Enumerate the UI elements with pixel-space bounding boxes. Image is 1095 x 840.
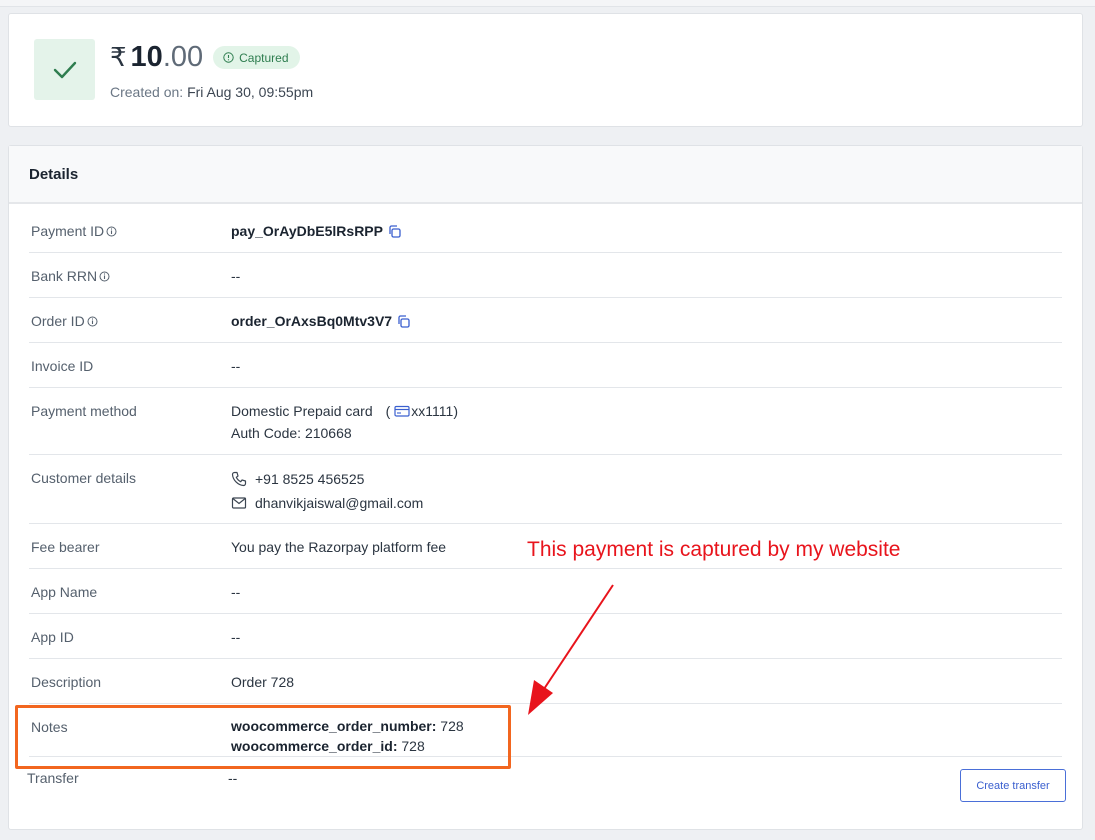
payment-id-value: pay_OrAyDbE5lRsRPP bbox=[231, 223, 383, 239]
copy-icon[interactable] bbox=[396, 314, 411, 329]
customer-details-label: Customer details bbox=[31, 470, 137, 486]
status-label: Captured bbox=[239, 50, 289, 65]
copy-icon[interactable] bbox=[387, 224, 402, 239]
success-status-tile bbox=[34, 39, 95, 100]
info-icon[interactable] bbox=[106, 226, 117, 237]
mail-icon bbox=[231, 496, 247, 510]
transfer-value: -- bbox=[228, 770, 238, 786]
annotation-text: This payment is captured by my website bbox=[527, 538, 901, 561]
info-circle-icon bbox=[223, 52, 234, 63]
payment-summary-card: ₹ 10 .00 Captured Created on: Fri Aug 30… bbox=[8, 13, 1083, 127]
customer-email: dhanvikjaiswal@gmail.com bbox=[255, 495, 424, 511]
order-id-label: Order ID bbox=[31, 313, 85, 329]
card-masked-number: xx1111) bbox=[411, 403, 458, 419]
payment-method-value: Domestic Prepaid card ( xx1111) Auth Cod… bbox=[231, 400, 458, 444]
order-id-value: order_OrAxsBq0Mtv3V7 bbox=[231, 313, 393, 329]
invoice-id-value: -- bbox=[231, 358, 241, 374]
app-id-value: -- bbox=[231, 629, 241, 645]
payment-id-value-wrap: pay_OrAyDbE5lRsRPP bbox=[231, 220, 402, 242]
transfer-label: Transfer bbox=[27, 770, 79, 786]
fee-bearer-label: Fee bearer bbox=[31, 539, 100, 555]
amount-decimal: .00 bbox=[162, 41, 204, 73]
row-bank-rrn: Bank RRN -- bbox=[29, 253, 1062, 298]
customer-email-line: dhanvikjaiswal@gmail.com bbox=[231, 491, 423, 515]
auth-code: Auth Code: 210668 bbox=[231, 425, 352, 441]
annotation-arrow-icon bbox=[528, 584, 614, 715]
info-icon[interactable] bbox=[99, 271, 110, 282]
amount-row: ₹ 10 .00 Captured bbox=[110, 41, 300, 74]
description-label: Description bbox=[31, 674, 102, 690]
customer-phone: +91 8525 456525 bbox=[255, 471, 365, 487]
bank-rrn-label-wrap: Bank RRN bbox=[31, 268, 110, 284]
order-id-value-wrap: order_OrAxsBq0Mtv3V7 bbox=[231, 310, 411, 332]
row-payment-id: Payment ID pay_OrAyDbE5lRsRPP bbox=[29, 208, 1062, 253]
fee-bearer-value: You pay the Razorpay platform fee bbox=[231, 539, 447, 555]
row-order-id: Order ID order_OrAxsBq0Mtv3V7 bbox=[29, 298, 1062, 343]
payment-detail-page: ₹ 10 .00 Captured Created on: Fri Aug 30… bbox=[0, 0, 1095, 840]
description-value: Order 728 bbox=[231, 674, 295, 690]
currency-symbol: ₹ bbox=[110, 42, 127, 72]
payment-method-type: Domestic Prepaid card bbox=[231, 403, 373, 419]
create-transfer-button[interactable]: Create transfer bbox=[960, 769, 1066, 802]
order-id-label-wrap: Order ID bbox=[31, 313, 98, 329]
annotation-highlight-box bbox=[15, 705, 511, 769]
payment-method-line: Domestic Prepaid card ( xx1111) bbox=[231, 400, 458, 422]
invoice-id-label: Invoice ID bbox=[31, 358, 94, 374]
customer-phone-line: +91 8525 456525 bbox=[231, 467, 423, 491]
payment-method-label: Payment method bbox=[31, 403, 137, 419]
payment-id-label: Payment ID bbox=[31, 223, 105, 239]
app-name-label: App Name bbox=[31, 584, 98, 600]
row-invoice-id: Invoice ID -- bbox=[29, 343, 1062, 388]
app-id-label: App ID bbox=[31, 629, 74, 645]
credit-card-icon bbox=[394, 405, 410, 417]
row-payment-method: Payment method Domestic Prepaid card ( x… bbox=[29, 388, 1062, 455]
payment-id-label-wrap: Payment ID bbox=[31, 223, 117, 239]
top-divider bbox=[0, 0, 1095, 7]
created-value: Fri Aug 30, 09:55pm bbox=[187, 84, 314, 100]
app-name-value: -- bbox=[231, 584, 241, 600]
bank-rrn-value: -- bbox=[231, 268, 241, 284]
phone-icon bbox=[231, 471, 247, 487]
info-icon[interactable] bbox=[87, 316, 98, 327]
customer-details-value: +91 8525 456525 dhanvikjaiswal@gmail.com bbox=[231, 467, 423, 515]
status-badge: Captured bbox=[213, 46, 300, 69]
bank-rrn-label: Bank RRN bbox=[31, 268, 98, 284]
amount-integer: 10 bbox=[130, 41, 163, 73]
details-title: Details bbox=[9, 146, 1082, 204]
created-on: Created on: Fri Aug 30, 09:55pm bbox=[110, 84, 313, 100]
card-open-paren: ( bbox=[385, 403, 391, 419]
row-customer-details: Customer details +91 8525 456525 dhanvik… bbox=[29, 455, 1062, 524]
check-icon bbox=[53, 61, 76, 78]
created-label: Created on: bbox=[110, 84, 184, 100]
